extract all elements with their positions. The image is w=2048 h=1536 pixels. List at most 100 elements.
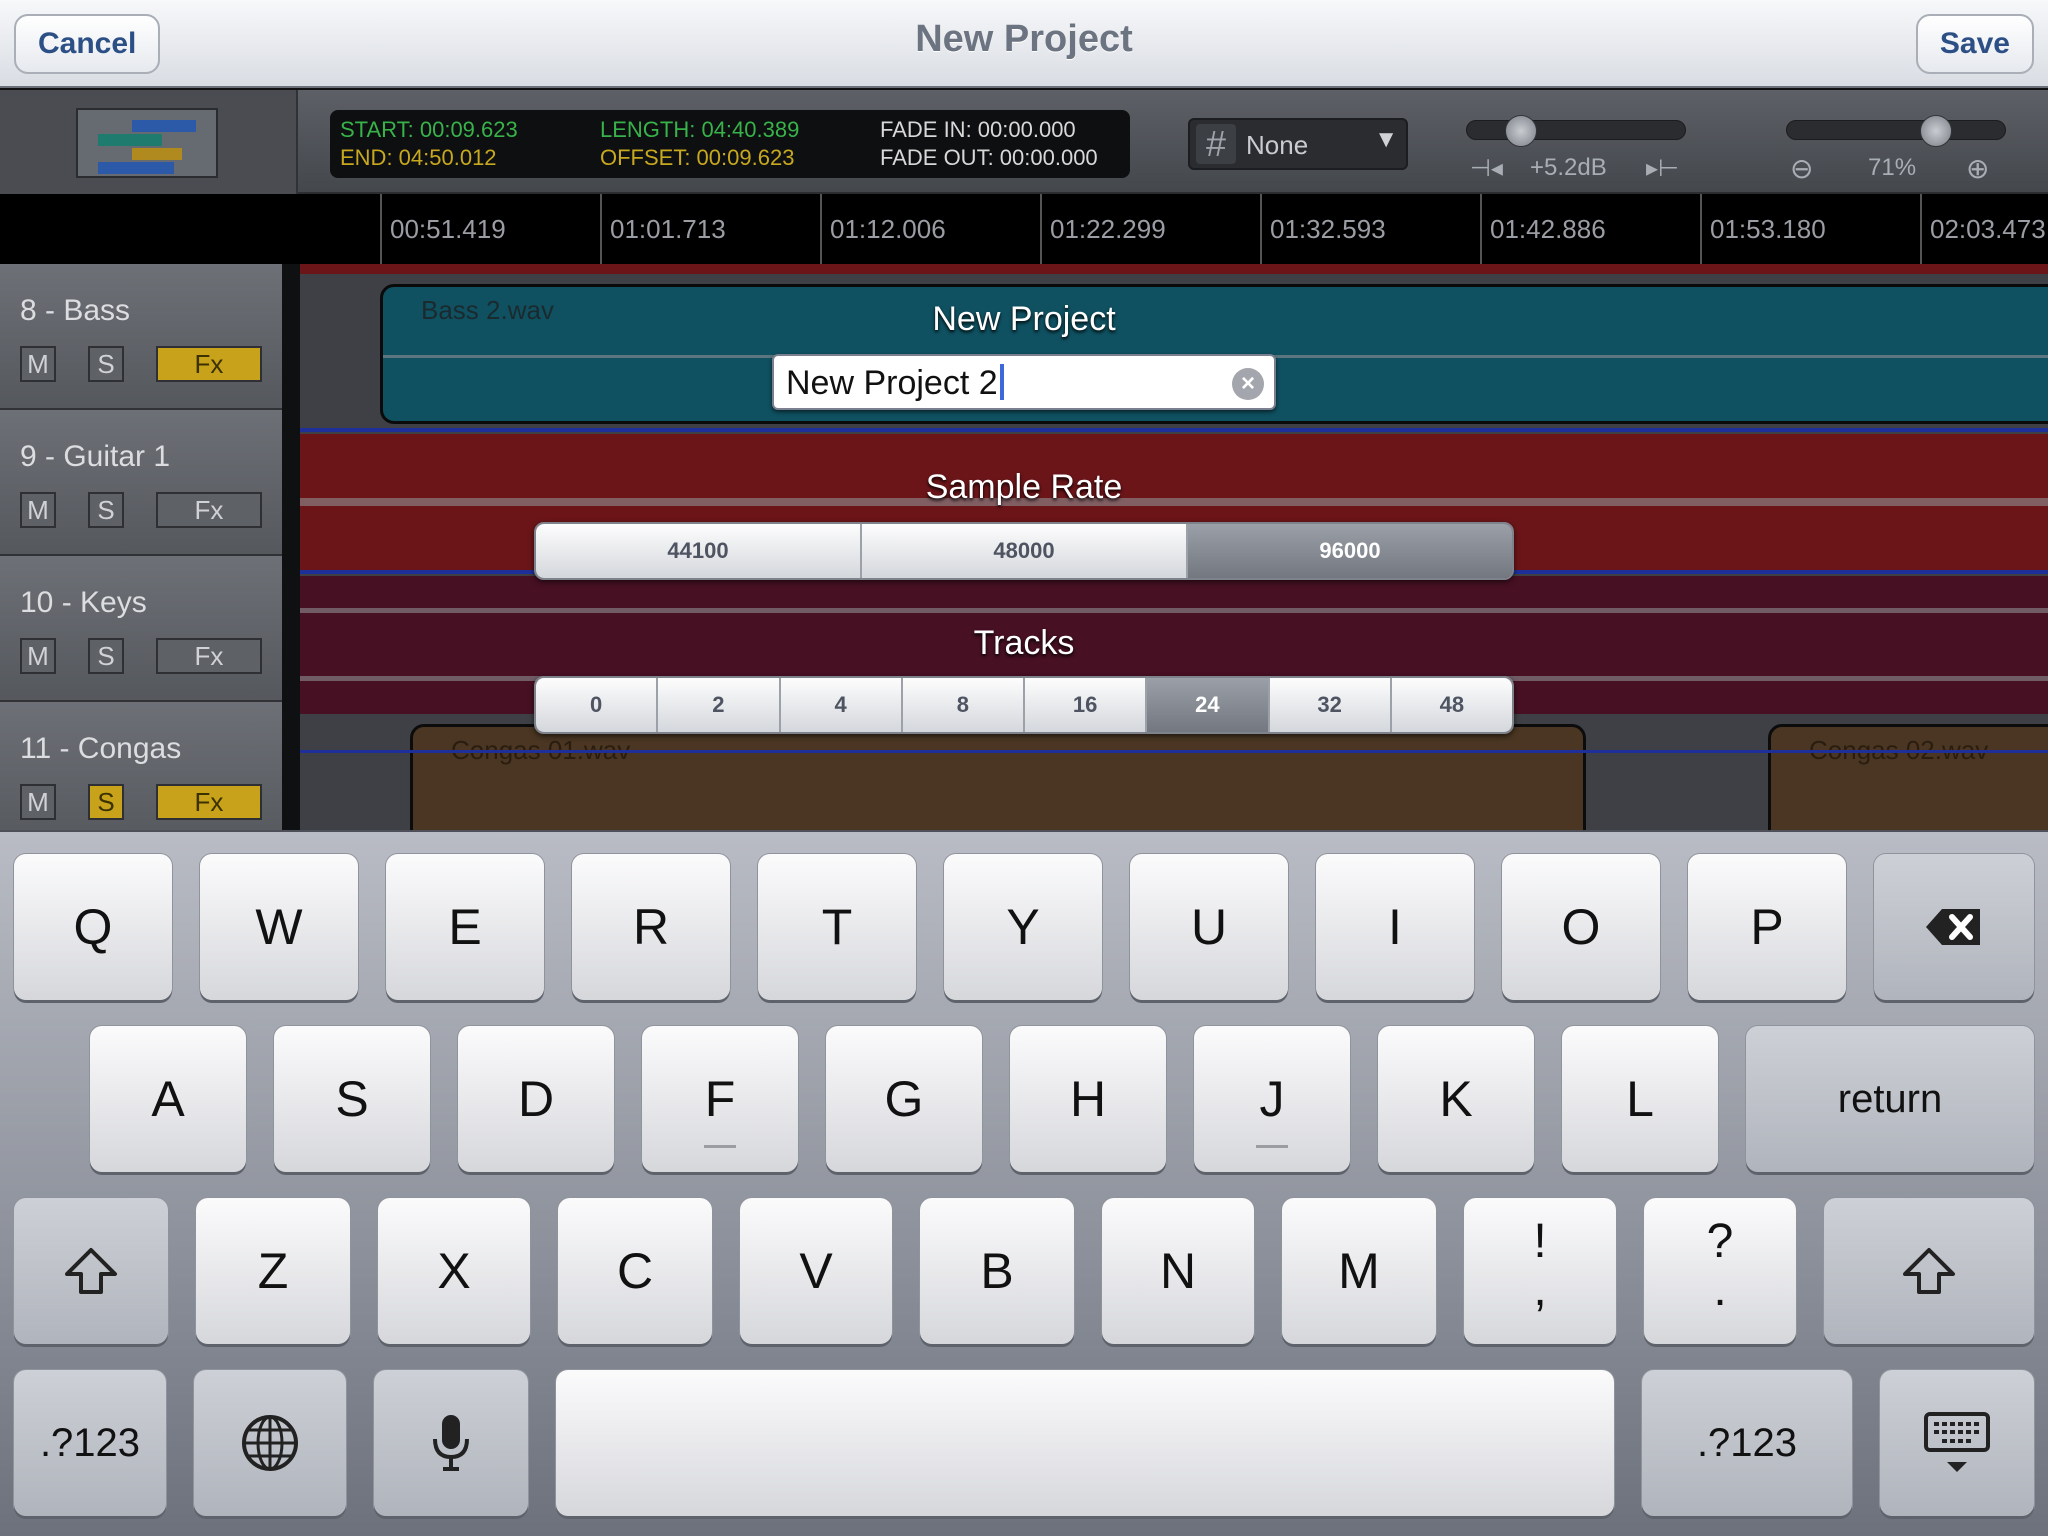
mute-button[interactable]: M	[20, 346, 56, 382]
track-count-option[interactable]: 16	[1025, 678, 1148, 732]
ruler-tick-label: 01:32.593	[1270, 214, 1386, 244]
project-overview-thumbnail[interactable]	[76, 108, 218, 178]
ruler-tick-label: 01:22.299	[1050, 214, 1166, 244]
key-i[interactable]: I	[1316, 854, 1474, 1000]
key-label: J	[1259, 1071, 1285, 1127]
key-c[interactable]: C	[558, 1198, 712, 1344]
clear-text-icon[interactable]: ×	[1232, 368, 1264, 400]
dropdown-arrow-icon: ▼	[1374, 126, 1398, 153]
key-v[interactable]: V	[740, 1198, 892, 1344]
zoom-in-icon[interactable]: ⊕	[1966, 152, 1989, 185]
track-name: 10 - Keys	[20, 586, 147, 619]
key-exclamation-comma[interactable]: ! ,	[1464, 1198, 1616, 1344]
key-question-period[interactable]: ? .	[1644, 1198, 1796, 1344]
key-p[interactable]: P	[1688, 854, 1846, 1000]
fade-in-icon[interactable]: ⊣◂	[1470, 154, 1503, 183]
key-w[interactable]: W	[200, 854, 358, 1000]
track-count-option[interactable]: 0	[536, 678, 659, 732]
return-key[interactable]: return	[1746, 1026, 2034, 1172]
dictation-key[interactable]	[374, 1370, 528, 1516]
key-m[interactable]: M	[1282, 1198, 1436, 1344]
zoom-slider[interactable]	[1786, 115, 2006, 147]
snap-grid-value: None	[1246, 130, 1309, 160]
key-s[interactable]: S	[274, 1026, 430, 1172]
key-label-top: !	[1533, 1215, 1547, 1268]
sample-rate-option[interactable]: 44100	[536, 524, 862, 578]
fx-button[interactable]: Fx	[156, 346, 262, 382]
solo-button[interactable]: S	[88, 784, 124, 820]
shift-key-left[interactable]	[14, 1198, 168, 1344]
gain-slider-knob[interactable]	[1505, 115, 1537, 147]
track-count-option[interactable]: 8	[902, 678, 1025, 732]
key-l[interactable]: L	[1562, 1026, 1718, 1172]
key-t[interactable]: T	[758, 854, 916, 1000]
shift-icon	[1903, 1248, 1955, 1294]
fade-out-icon[interactable]: ▸⊢	[1646, 154, 1679, 183]
track-lane-top	[300, 264, 2048, 274]
zoom-out-icon[interactable]: ⊖	[1790, 152, 1813, 185]
hide-keyboard-key[interactable]	[1880, 1370, 2034, 1516]
key-label: F	[704, 1071, 736, 1127]
key-r[interactable]: R	[572, 854, 730, 1000]
shift-key-right[interactable]	[1824, 1198, 2034, 1344]
gain-slider[interactable]	[1466, 115, 1686, 147]
track-count-option[interactable]: 32	[1269, 678, 1392, 732]
solo-button[interactable]: S	[88, 346, 124, 382]
sample-rate-option[interactable]: 48000	[862, 524, 1188, 578]
key-z[interactable]: Z	[196, 1198, 350, 1344]
key-h[interactable]: H	[1010, 1026, 1166, 1172]
grid-icon: #	[1196, 124, 1236, 164]
sample-rate-option-selected[interactable]: 96000	[1188, 524, 1512, 578]
start-time: START: 00:09.623	[340, 117, 518, 142]
ruler-tick-label: 01:42.886	[1490, 214, 1606, 244]
backspace-key[interactable]	[1874, 854, 2034, 1000]
track-header[interactable]: 11 - Congas M S Fx	[0, 702, 282, 848]
page-title: New Project	[915, 18, 1133, 60]
track-count-option[interactable]: 48	[1391, 678, 1512, 732]
key-n[interactable]: N	[1102, 1198, 1254, 1344]
track-count-selector[interactable]: 0 2 4 8 16 24 32 48	[534, 676, 1514, 734]
snap-grid-select[interactable]: # None ▼	[1188, 118, 1408, 170]
track-count-option[interactable]: 4	[780, 678, 903, 732]
offset-value: OFFSET: 00:09.623	[600, 145, 795, 170]
sample-rate-selector[interactable]: 44100 48000 96000	[534, 522, 1514, 580]
project-name-label: New Project	[932, 300, 1116, 338]
key-b[interactable]: B	[920, 1198, 1074, 1344]
key-d[interactable]: D	[458, 1026, 614, 1172]
zoom-value: 71%	[1868, 154, 1917, 181]
key-k[interactable]: K	[1378, 1026, 1534, 1172]
key-q[interactable]: Q	[14, 854, 172, 1000]
key-y[interactable]: Y	[944, 854, 1102, 1000]
timeline-ruler[interactable]: 00:51.419 01:01.713 01:12.006 01:22.299 …	[0, 194, 2048, 264]
text-caret	[999, 364, 1004, 400]
project-name-input[interactable]: New Project 2 ×	[772, 354, 1276, 410]
gain-value: +5.2dB	[1530, 154, 1607, 181]
key-e[interactable]: E	[386, 854, 544, 1000]
home-row-marker	[1256, 1145, 1288, 1148]
ruler-tick-label: 01:01.713	[610, 214, 726, 244]
save-button[interactable]: Save	[1915, 14, 2034, 74]
zoom-slider-knob[interactable]	[1920, 115, 1952, 147]
key-j[interactable]: J	[1194, 1026, 1350, 1172]
key-g[interactable]: G	[826, 1026, 982, 1172]
key-o[interactable]: O	[1502, 854, 1660, 1000]
fx-button[interactable]: Fx	[156, 784, 262, 820]
key-f[interactable]: F	[642, 1026, 798, 1172]
key-a[interactable]: A	[90, 1026, 246, 1172]
numbers-key-left[interactable]: .?123	[14, 1370, 166, 1516]
length-value: LENGTH: 04:40.389	[600, 117, 800, 142]
key-label-bottom: .	[1713, 1263, 1727, 1316]
key-label-bottom: ,	[1533, 1263, 1547, 1316]
key-u[interactable]: U	[1130, 854, 1288, 1000]
track-count-option[interactable]: 2	[658, 678, 781, 732]
microphone-icon	[433, 1415, 469, 1471]
globe-key[interactable]	[194, 1370, 346, 1516]
nav-bar: Cancel New Project Save	[0, 0, 2048, 88]
key-label-top: ?	[1706, 1215, 1734, 1268]
mute-button[interactable]: M	[20, 784, 56, 820]
track-count-option-selected[interactable]: 24	[1147, 678, 1270, 732]
space-bar[interactable]	[556, 1370, 1614, 1516]
numbers-key-right[interactable]: .?123	[1642, 1370, 1852, 1516]
key-x[interactable]: X	[378, 1198, 530, 1344]
globe-icon	[242, 1415, 298, 1471]
